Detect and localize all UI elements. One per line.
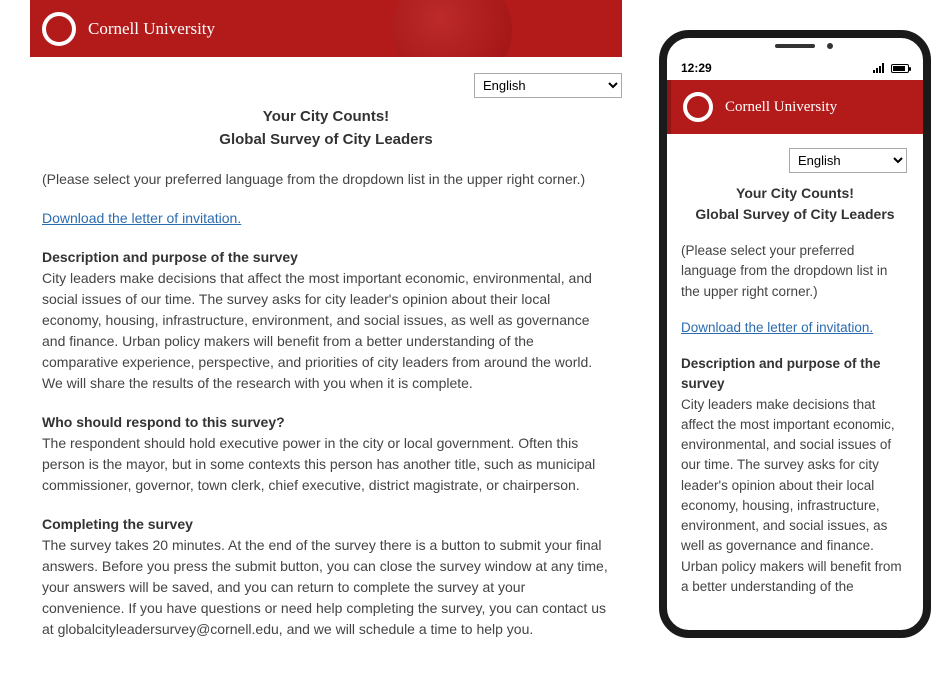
description-body: City leaders make decisions that affect … xyxy=(42,270,592,391)
survey-title-2: Global Survey of City Leaders xyxy=(42,129,610,152)
mobile-language-row: English xyxy=(667,134,923,183)
download-invitation-link[interactable]: Download the letter of invitation. xyxy=(681,320,873,335)
description-section: Description and purpose of the survey Ci… xyxy=(42,247,610,394)
phone-camera-icon xyxy=(827,43,833,49)
survey-content: Your City Counts! Global Survey of City … xyxy=(30,106,622,640)
survey-title-2: Global Survey of City Leaders xyxy=(681,204,909,225)
language-row: English xyxy=(30,57,622,106)
description-heading: Description and purpose of the survey xyxy=(681,354,909,395)
brand-name: Cornell University xyxy=(88,19,215,39)
description-body: City leaders make decisions that affect … xyxy=(681,397,902,594)
completing-heading: Completing the survey xyxy=(42,514,610,535)
mobile-status-bar: 12:29 xyxy=(667,56,923,80)
status-icons xyxy=(873,63,909,73)
description-section: Description and purpose of the survey Ci… xyxy=(681,354,909,597)
mobile-device-frame: 12:29 Cornell University English Your Ci… xyxy=(659,30,931,638)
download-invitation-link[interactable]: Download the letter of invitation. xyxy=(42,210,241,226)
language-select[interactable]: English xyxy=(474,73,622,98)
who-body: The respondent should hold executive pow… xyxy=(42,435,595,493)
cornell-seal-icon xyxy=(681,90,715,124)
who-heading: Who should respond to this survey? xyxy=(42,412,610,433)
desktop-view: Cornell University English Your City Cou… xyxy=(30,0,622,658)
phone-speaker-icon xyxy=(775,44,815,48)
status-time: 12:29 xyxy=(681,61,712,75)
language-hint: (Please select your preferred language f… xyxy=(681,241,909,302)
who-section: Who should respond to this survey? The r… xyxy=(42,412,610,496)
signal-icon xyxy=(873,63,887,73)
completing-section: Completing the survey The survey takes 2… xyxy=(42,514,610,640)
survey-title-1: Your City Counts! xyxy=(681,183,909,204)
completing-body: The survey takes 20 minutes. At the end … xyxy=(42,537,608,637)
mobile-viewport: Cornell University English Your City Cou… xyxy=(667,80,923,630)
cornell-seal-icon xyxy=(40,10,78,48)
header-medallion xyxy=(392,0,512,57)
survey-title-1: Your City Counts! xyxy=(42,106,610,129)
language-hint: (Please select your preferred language f… xyxy=(42,169,610,190)
description-heading: Description and purpose of the survey xyxy=(42,247,610,268)
language-select[interactable]: English xyxy=(789,148,907,173)
mobile-header: Cornell University xyxy=(667,80,923,134)
desktop-header: Cornell University xyxy=(30,0,622,57)
battery-icon xyxy=(891,64,909,73)
mobile-survey-content: Your City Counts! Global Survey of City … xyxy=(667,183,923,597)
brand-name: Cornell University xyxy=(725,99,837,116)
